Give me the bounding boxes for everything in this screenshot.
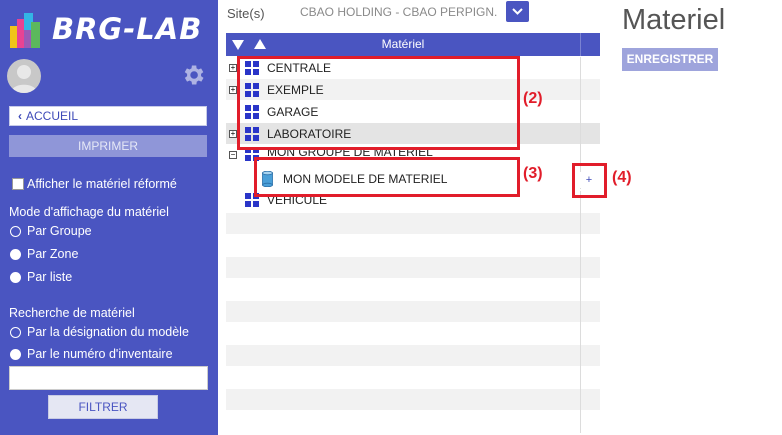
search-input[interactable]	[9, 366, 208, 390]
column-divider	[580, 79, 581, 101]
empty-row	[226, 367, 600, 389]
home-button[interactable]: ‹ ACCUEIL	[9, 106, 207, 126]
radio-by-inventory[interactable]: Par le numéro d'inventaire	[10, 347, 173, 361]
expand-icon[interactable]: +	[229, 130, 237, 138]
print-button[interactable]: IMPRIMER	[9, 135, 207, 157]
radio-button[interactable]	[10, 271, 21, 283]
column-divider	[580, 345, 581, 367]
column-divider	[580, 389, 581, 411]
column-divider	[580, 367, 581, 389]
annotation-label-3: (3)	[523, 165, 543, 182]
column-divider	[580, 123, 581, 145]
show-retired-label: Afficher le matériel réformé	[27, 177, 177, 191]
empty-row	[226, 389, 600, 411]
radio-by-zone[interactable]: Par Zone	[10, 247, 78, 261]
site-dropdown-button[interactable]	[506, 1, 529, 22]
radio-by-list[interactable]: Par liste	[10, 270, 72, 284]
column-divider	[580, 323, 581, 345]
annotation-box-2	[237, 56, 520, 150]
expand-icon[interactable]: +	[229, 64, 237, 72]
radio-label: Par Zone	[27, 247, 79, 261]
radio-button[interactable]	[10, 225, 21, 237]
gear-icon[interactable]	[180, 62, 206, 88]
radio-label: Par Groupe	[27, 224, 92, 238]
display-mode-title: Mode d'affichage du matériel	[9, 205, 169, 219]
empty-row	[226, 235, 600, 257]
radio-label: Par la désignation du modèle	[27, 325, 189, 339]
expand-icon[interactable]: +	[229, 86, 237, 94]
column-divider	[580, 101, 581, 123]
logo-icon	[10, 13, 40, 48]
radio-label: Par liste	[27, 270, 73, 284]
chevron-down-icon	[512, 8, 523, 15]
column-divider	[580, 213, 581, 235]
empty-row	[226, 213, 600, 235]
annotation-label-4: (4)	[612, 169, 632, 186]
avatar[interactable]	[7, 59, 41, 93]
page-title: Materiel	[622, 4, 726, 36]
sidebar: BRG-LAB ‹ ACCUEIL IMPRIMER Afficher le ma…	[0, 0, 218, 435]
annotation-box-4	[572, 163, 607, 198]
annotation-label-2: (2)	[523, 90, 543, 107]
column-divider	[580, 411, 581, 433]
show-retired-checkbox[interactable]	[12, 178, 24, 190]
site-select[interactable]: CBAO HOLDING - CBAO PERPIGN.	[292, 1, 500, 23]
brg-lab-logo[interactable]: BRG-LAB	[8, 10, 213, 52]
column-divider	[580, 57, 581, 79]
home-button-label: ACCUEIL	[26, 109, 79, 123]
collapse-icon[interactable]: −	[229, 151, 237, 159]
radio-button[interactable]	[10, 348, 21, 360]
empty-row	[226, 345, 600, 367]
site-label: Site(s)	[227, 6, 265, 21]
tree-header: Matériel	[226, 33, 600, 56]
column-divider	[580, 257, 581, 279]
column-divider	[580, 279, 581, 301]
annotation-box-3	[254, 157, 520, 197]
chevron-left-icon: ‹	[18, 109, 22, 123]
show-retired-option[interactable]: Afficher le matériel réformé	[12, 177, 177, 191]
empty-row	[226, 323, 600, 345]
empty-row	[226, 301, 600, 323]
empty-row	[226, 411, 600, 433]
column-divider	[580, 235, 581, 257]
radio-by-group[interactable]: Par Groupe	[10, 224, 92, 238]
filter-button[interactable]: FILTRER	[48, 395, 158, 419]
radio-button[interactable]	[10, 326, 21, 338]
radio-button[interactable]	[10, 248, 21, 260]
logo-text: BRG-LAB	[52, 12, 203, 46]
column-divider	[580, 33, 581, 56]
search-title: Recherche de matériel	[9, 306, 135, 320]
user-icon	[11, 65, 37, 93]
empty-row	[226, 279, 600, 301]
empty-row	[226, 257, 600, 279]
radio-by-designation[interactable]: Par la désignation du modèle	[10, 325, 189, 339]
radio-label: Par le numéro d'inventaire	[27, 347, 173, 361]
column-divider	[580, 301, 581, 323]
tree-header-label: Matériel	[381, 37, 425, 51]
save-button[interactable]: ENREGISTRER	[622, 48, 718, 71]
